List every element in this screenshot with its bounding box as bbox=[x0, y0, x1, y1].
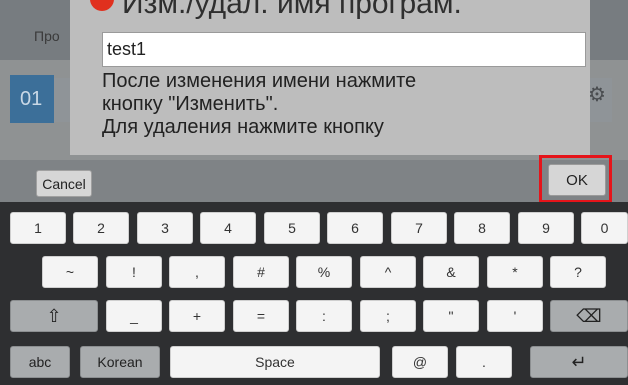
key-8[interactable]: 8 bbox=[454, 212, 510, 244]
key-9[interactable]: 9 bbox=[518, 212, 574, 244]
message-line: Для удаления нажмите кнопку bbox=[102, 116, 384, 138]
dialog-title-text: Изм./удал. имя програм. bbox=[122, 0, 462, 20]
soft-keyboard: 1 2 3 4 5 6 7 8 9 0 ~ ! , # % ^ & * ? ⇧ … bbox=[0, 202, 628, 385]
key-1[interactable]: 1 bbox=[10, 212, 66, 244]
dialog-title: Изм./удал. имя програм. bbox=[90, 0, 462, 21]
key-plus[interactable]: + bbox=[169, 300, 225, 332]
program-name-input[interactable] bbox=[102, 32, 586, 67]
key-4[interactable]: 4 bbox=[200, 212, 256, 244]
message-line: кнопку "Изменить". bbox=[102, 93, 279, 115]
key-semicolon[interactable]: ; bbox=[360, 300, 416, 332]
abc-key[interactable]: abc bbox=[10, 346, 70, 378]
key-double-quote[interactable]: " bbox=[423, 300, 479, 332]
message-line: После изменения имени нажмите bbox=[102, 70, 417, 92]
space-key[interactable]: Space bbox=[170, 346, 380, 378]
key-3[interactable]: 3 bbox=[137, 212, 193, 244]
key-2[interactable]: 2 bbox=[73, 212, 129, 244]
backspace-icon[interactable]: ⌫ bbox=[550, 300, 628, 332]
enter-icon[interactable]: ↵ bbox=[530, 346, 628, 378]
key-asterisk[interactable]: * bbox=[487, 256, 543, 288]
key-dot[interactable]: . bbox=[456, 346, 512, 378]
background-header-text: Про bbox=[34, 28, 60, 44]
key-at[interactable]: @ bbox=[392, 346, 448, 378]
key-exclamation[interactable]: ! bbox=[106, 256, 162, 288]
key-hash[interactable]: # bbox=[233, 256, 289, 288]
dialog-message: После изменения имени нажмите кнопку "Из… bbox=[102, 70, 582, 139]
key-5[interactable]: 5 bbox=[264, 212, 320, 244]
keyboard-action-bar bbox=[0, 160, 628, 202]
edit-name-dialog: Изм./удал. имя програм. После изменения … bbox=[70, 0, 590, 155]
key-equals[interactable]: = bbox=[233, 300, 289, 332]
korean-key[interactable]: Korean bbox=[80, 346, 160, 378]
key-colon[interactable]: : bbox=[296, 300, 352, 332]
key-0[interactable]: 0 bbox=[581, 212, 628, 244]
ok-button[interactable]: OK bbox=[548, 164, 606, 196]
key-ampersand[interactable]: & bbox=[423, 256, 479, 288]
warning-icon bbox=[90, 0, 114, 11]
key-comma[interactable]: , bbox=[169, 256, 225, 288]
key-caret[interactable]: ^ bbox=[360, 256, 416, 288]
key-question[interactable]: ? bbox=[550, 256, 606, 288]
key-percent[interactable]: % bbox=[296, 256, 352, 288]
screen: Про 01 ⚙ Изм./удал. имя програм. После и… bbox=[0, 0, 628, 385]
shift-icon[interactable]: ⇧ bbox=[10, 300, 98, 332]
cancel-button[interactable]: Cancel bbox=[36, 170, 92, 197]
program-number: 01 bbox=[10, 75, 54, 123]
key-6[interactable]: 6 bbox=[327, 212, 383, 244]
key-tilde[interactable]: ~ bbox=[42, 256, 98, 288]
key-single-quote[interactable]: ' bbox=[487, 300, 543, 332]
key-underscore[interactable]: _ bbox=[106, 300, 162, 332]
key-7[interactable]: 7 bbox=[391, 212, 447, 244]
